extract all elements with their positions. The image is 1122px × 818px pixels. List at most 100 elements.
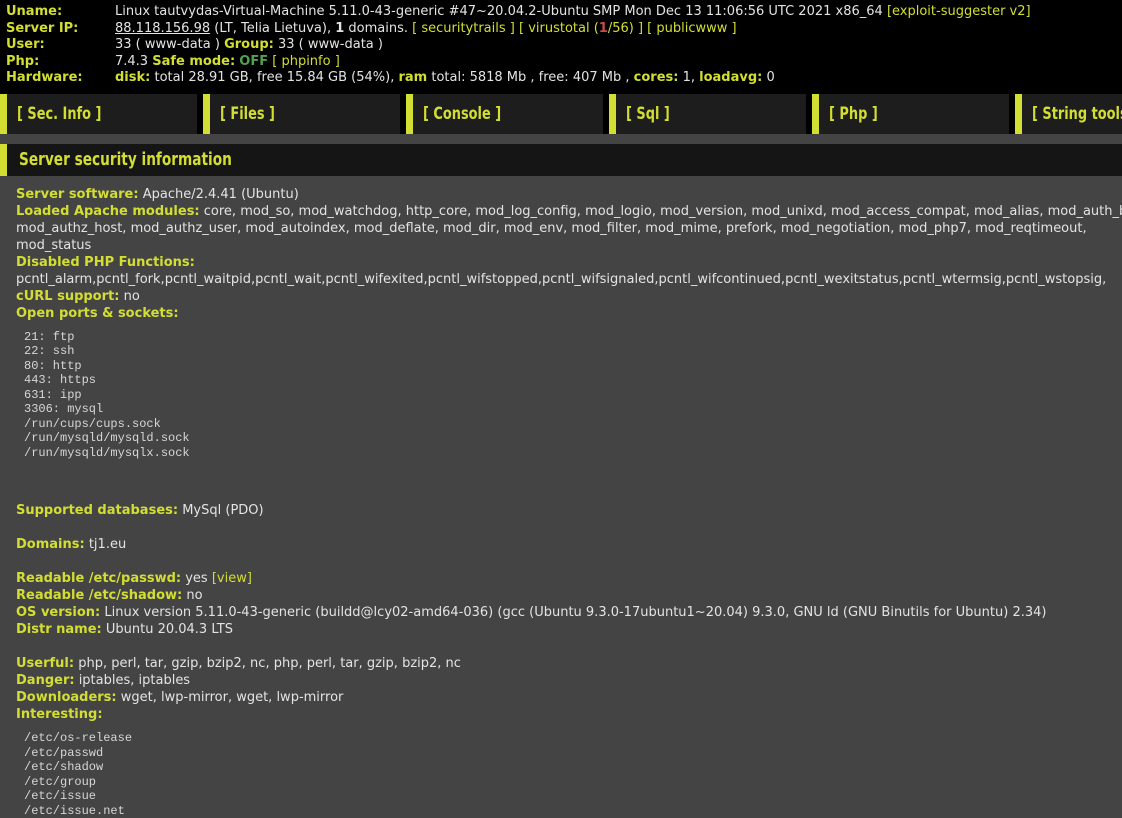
pre-line: 22: ssh — [24, 344, 1122, 359]
text-segment: no — [182, 588, 202, 603]
text-segment: MySql (PDO) — [178, 503, 264, 518]
field-label: Server software: — [16, 187, 139, 202]
field-label: cores: — [634, 70, 679, 85]
text-segment: iptables, iptables — [75, 673, 191, 688]
spacer — [16, 553, 1122, 570]
pre-line: 443: https — [24, 373, 1122, 388]
pre-line: /etc/issue.net — [24, 804, 1122, 818]
disabled-php-functions-list: pcntl_alarm,pcntl_fork,pcntl_waitpid,pcn… — [16, 271, 1122, 288]
spacer — [16, 519, 1122, 536]
field-label: ram — [398, 70, 427, 85]
text-segment: Linux tautvydas-Virtual-Machine 5.11.0-4… — [115, 4, 887, 19]
text-segment: php, perl, tar, gzip, bzip2, nc, php, pe… — [74, 656, 461, 671]
section-header: Server security information — [0, 144, 1122, 176]
spacer — [16, 485, 1122, 502]
field-label: Interesting: — [16, 707, 103, 722]
pre-line: /etc/issue — [24, 789, 1122, 804]
hardware-row: Hardware:disk: total 28.91 GB, free 15.8… — [6, 70, 1122, 87]
text-segment: (LT, Telia Lietuva), — [210, 21, 335, 36]
danger-line: Danger: iptables, iptables — [16, 672, 1122, 689]
text-segment: wget, lwp-mirror, wget, lwp-mirror — [117, 690, 344, 705]
spacer — [16, 468, 1122, 485]
text-segment: domains. — [344, 21, 412, 36]
field-label: Downloaders: — [16, 690, 117, 705]
tab-files-label: [ Files ] — [220, 104, 275, 124]
field-label: Readable /etc/shadow: — [16, 588, 182, 603]
field-label: Domains: — [16, 537, 85, 552]
exploit-suggester-link[interactable]: [exploit-suggester v2] — [887, 4, 1031, 19]
tab-sql-label: [ Sql ] — [626, 104, 670, 124]
field-label: Group: — [224, 37, 274, 52]
php-row: Php:7.4.3 Safe mode: OFF [ phpinfo ] — [6, 54, 1122, 71]
downloaders-line: Downloaders: wget, lwp-mirror, wget, lwp… — [16, 689, 1122, 706]
spacer — [16, 638, 1122, 655]
field-label: OS version: — [16, 605, 100, 620]
open-ports-block: 21: ftp22: ssh80: http443: https631: ipp… — [16, 330, 1122, 461]
text-segment: yes — [181, 571, 212, 586]
text-segment: 7.4.3 — [115, 54, 152, 69]
view-passwd-link[interactable]: [view] — [212, 571, 252, 586]
interesting-files-block: /etc/os-release/etc/passwd/etc/shadow/et… — [16, 731, 1122, 818]
uname-label: Uname: — [6, 4, 115, 21]
field-label: Readable /etc/passwd: — [16, 571, 181, 586]
pre-line: /run/mysqld/mysqlx.sock — [24, 446, 1122, 461]
field-label: Disabled PHP Functions: — [16, 255, 195, 270]
pre-line: 80: http — [24, 359, 1122, 374]
text-segment: 33 ( www-data ) — [115, 37, 224, 52]
curl-support-line: cURL support: no — [16, 288, 1122, 305]
tab-console-label: [ Console ] — [423, 104, 501, 124]
field-label: Open ports & sockets: — [16, 306, 179, 321]
text-segment: Ubuntu 20.04.3 LTS — [102, 622, 233, 637]
tab-files[interactable]: [ Files ] — [203, 94, 400, 134]
tab-string-tools-label: [ String tools ] — [1032, 104, 1122, 124]
server-info-rows: Uname:Linux tautvydas-Virtual-Machine 5.… — [6, 4, 1122, 87]
tab-console[interactable]: [ Console ] — [406, 94, 603, 134]
field-label: Distr name: — [16, 622, 102, 637]
pre-line: 3306: mysql — [24, 402, 1122, 417]
text-segment: mod_status — [16, 238, 91, 253]
security-info-content: Server software: Apache/2.4.41 (Ubuntu)L… — [0, 176, 1122, 818]
supported-databases-line: Supported databases: MySql (PDO) — [16, 502, 1122, 519]
section-title: Server security information — [19, 149, 232, 170]
tab-php[interactable]: [ Php ] — [812, 94, 1009, 134]
text-segment: 1, — [678, 70, 699, 85]
apache-modules-line-3: mod_status — [16, 237, 1122, 254]
field-label: Supported databases: — [16, 503, 178, 518]
hardware-label: Hardware: — [6, 70, 115, 87]
text-segment: core, mod_so, mod_watchdog, http_core, m… — [200, 204, 1122, 219]
field-label: loadavg: — [699, 70, 762, 85]
text-segment: pcntl_alarm,pcntl_fork,pcntl_waitpid,pcn… — [16, 272, 1106, 287]
server-software-line: Server software: Apache/2.4.41 (Ubuntu) — [16, 186, 1122, 203]
field-label: cURL support: — [16, 289, 119, 304]
server-ip-label: Server IP: — [6, 21, 115, 38]
server-info-header: Uname:Linux tautvydas-Virtual-Machine 5.… — [0, 0, 1122, 92]
pre-line: /run/cups/cups.sock — [24, 417, 1122, 432]
tab-sec-info[interactable]: [ Sec. Info ] — [0, 94, 197, 134]
tab-sec-info-label: [ Sec. Info ] — [17, 104, 101, 124]
safe-mode-status: OFF — [239, 54, 268, 69]
pre-line: 21: ftp — [24, 330, 1122, 345]
text-segment: 1 — [335, 21, 344, 36]
php-label: Php: — [6, 54, 115, 71]
apache-modules-line-2: mod_authz_host, mod_authz_user, mod_auto… — [16, 220, 1122, 237]
virustotal-link[interactable]: [ virustotal ( — [519, 21, 599, 36]
field-label: Userful: — [16, 656, 74, 671]
pre-line: /etc/shadow — [24, 760, 1122, 775]
virustotal-link-tail[interactable]: /56) ] — [608, 21, 643, 36]
tab-string-tools[interactable]: [ String tools ] — [1015, 94, 1122, 134]
publicwww-link[interactable]: [ publicwww ] — [647, 21, 736, 36]
virustotal-detections[interactable]: 1 — [599, 21, 608, 36]
distr-name-line: Distr name: Ubuntu 20.04.3 LTS — [16, 621, 1122, 638]
tabbar-content-gap — [0, 134, 1122, 144]
field-label: Danger: — [16, 673, 75, 688]
readable-shadow-line: Readable /etc/shadow: no — [16, 587, 1122, 604]
pre-line: /etc/group — [24, 775, 1122, 790]
server-ip-link[interactable]: 88.118.156.98 — [115, 21, 210, 36]
pre-line: /etc/os-release — [24, 731, 1122, 746]
domains-line: Domains: tj1.eu — [16, 536, 1122, 553]
phpinfo-link[interactable]: [ phpinfo ] — [272, 54, 340, 69]
tab-sql[interactable]: [ Sql ] — [609, 94, 806, 134]
server-ip-row: Server IP:88.118.156.98 (LT, Telia Lietu… — [6, 21, 1122, 38]
securitytrails-link[interactable]: [ securitytrails ] — [412, 21, 515, 36]
userful-line: Userful: php, perl, tar, gzip, bzip2, nc… — [16, 655, 1122, 672]
